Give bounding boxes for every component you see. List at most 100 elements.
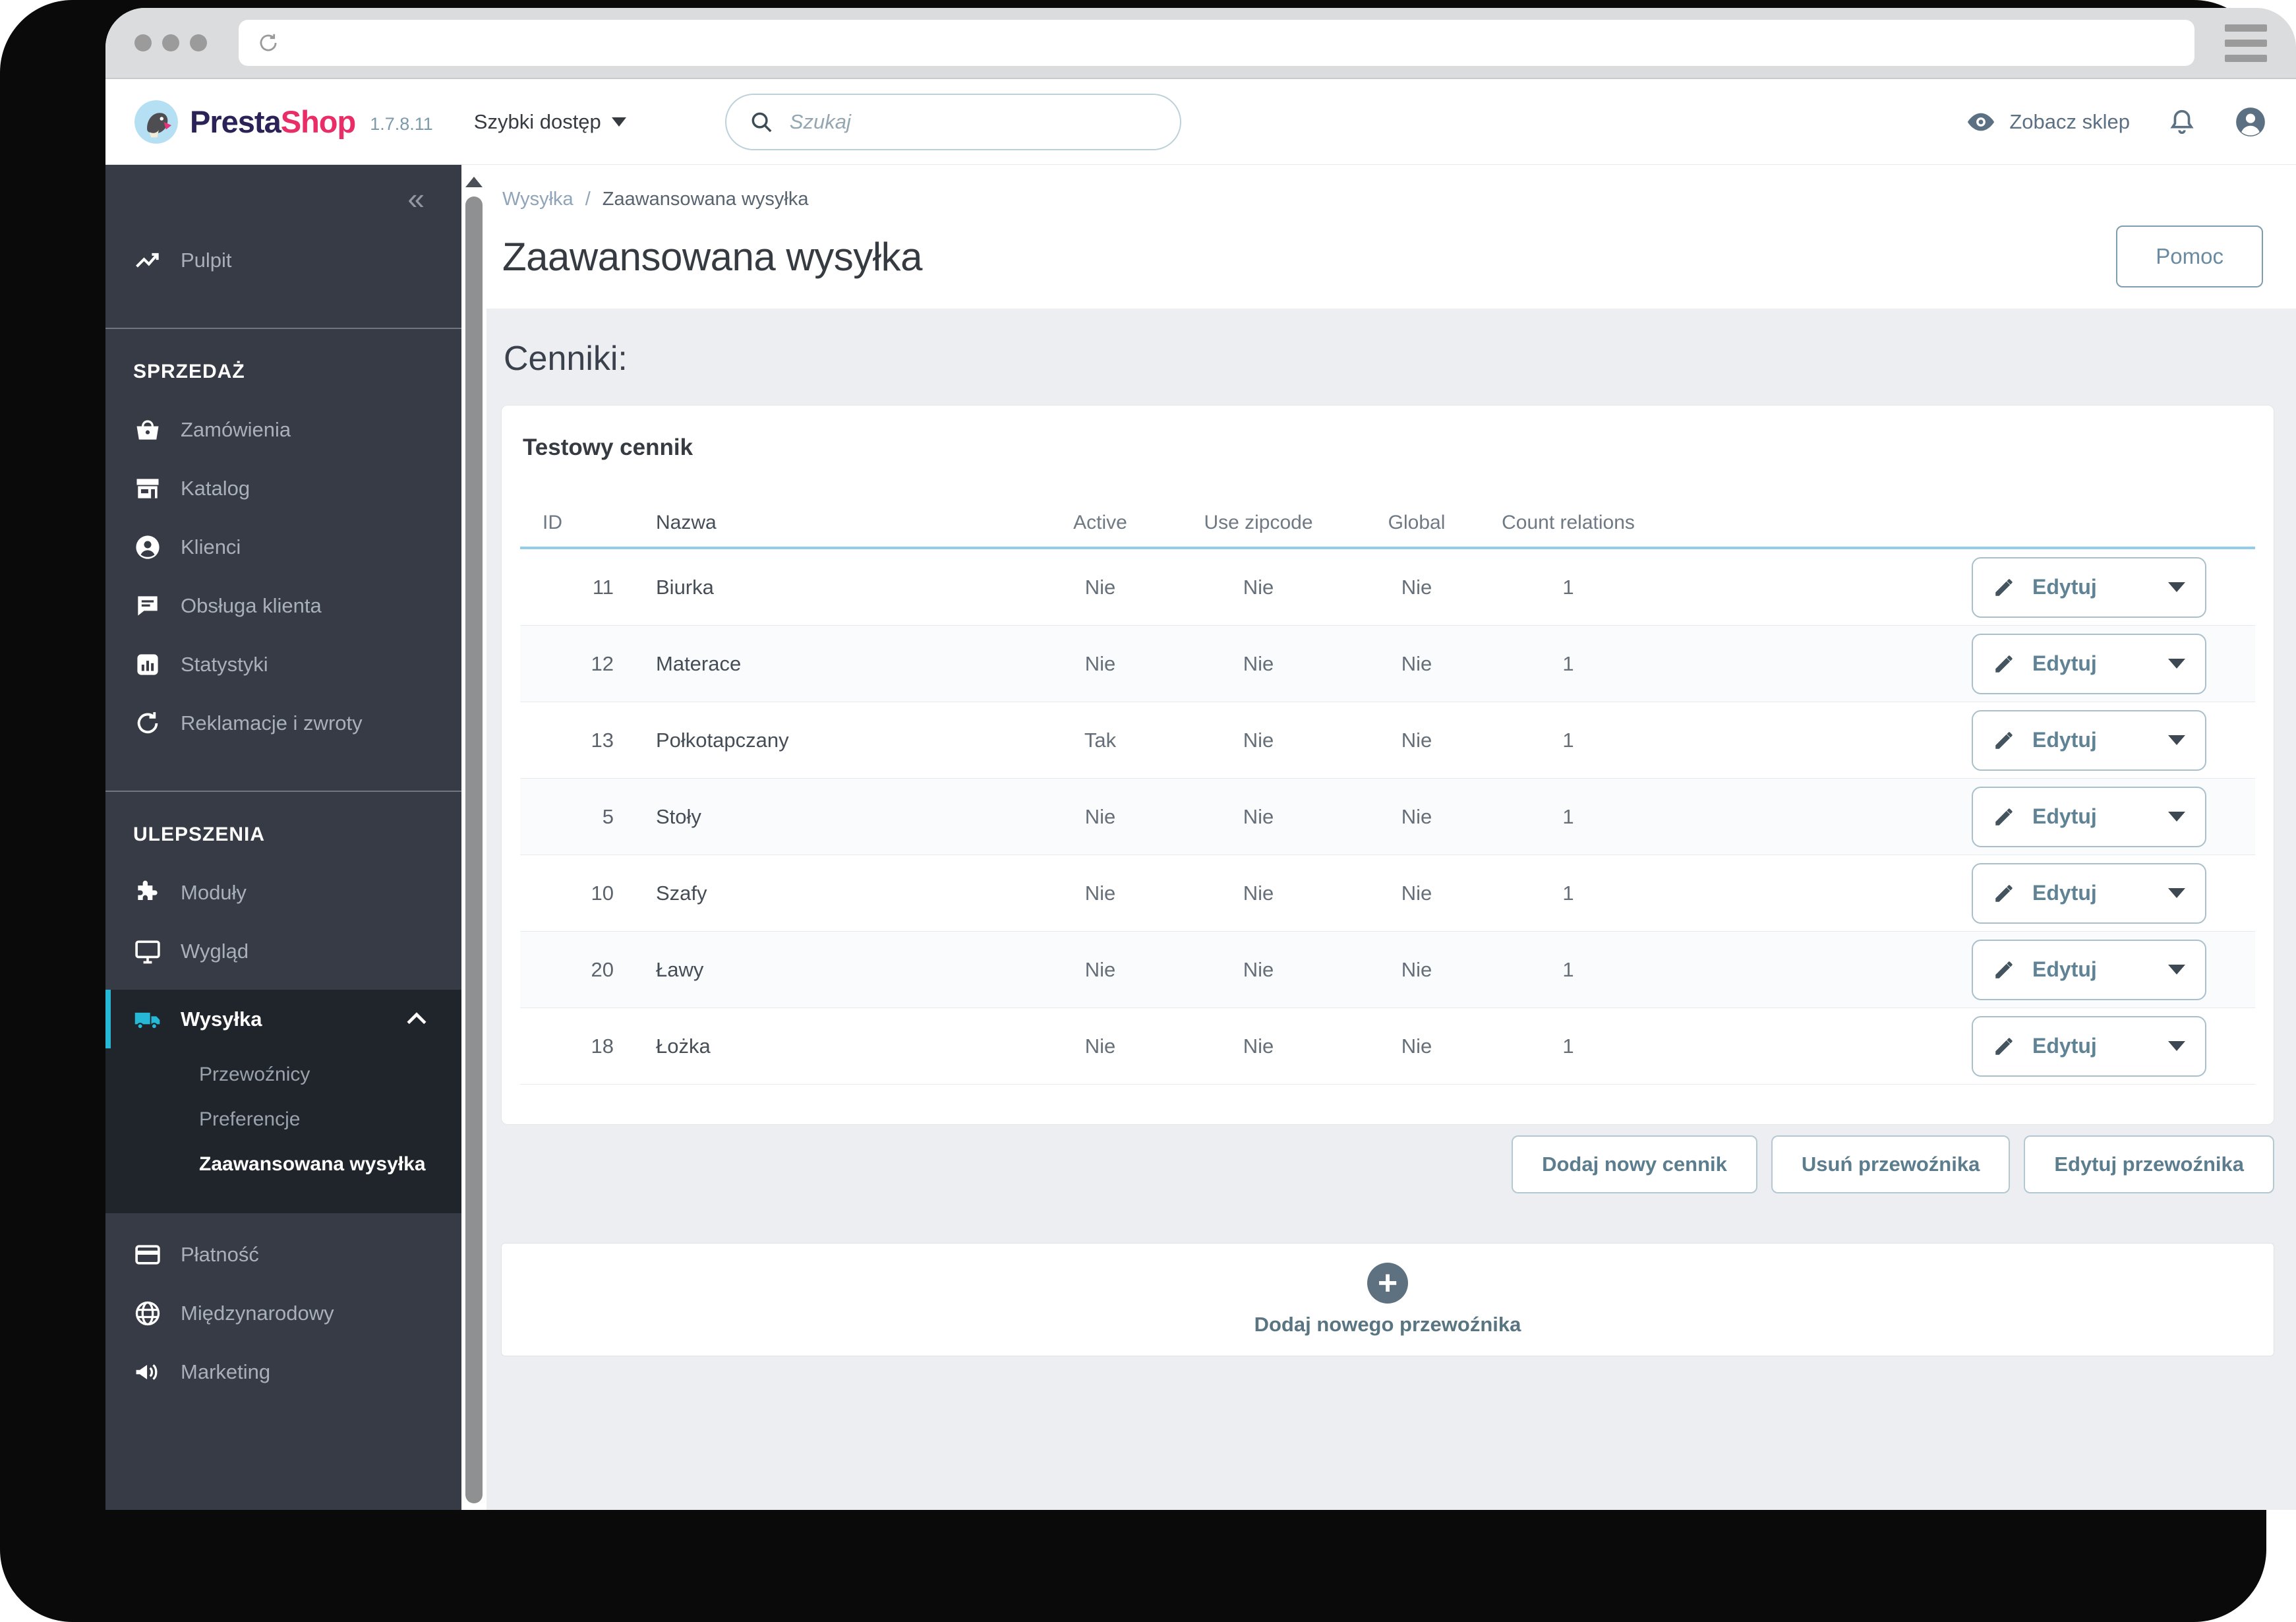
chevron-down-icon bbox=[2168, 1041, 2185, 1051]
chevron-down-icon bbox=[2168, 888, 2185, 898]
col-header-zipcode: Use zipcode bbox=[1204, 512, 1313, 533]
sidebar-item-obsluga-klienta[interactable]: Obsługa klienta bbox=[105, 576, 461, 635]
pencil-icon bbox=[1993, 729, 2015, 752]
breadcrumb-parent[interactable]: Wysyłka bbox=[502, 189, 574, 210]
edit-button-label: Edytuj bbox=[2032, 881, 2097, 905]
monitor-icon bbox=[133, 937, 162, 966]
help-button[interactable]: Pomoc bbox=[2116, 225, 2263, 287]
cell-zipcode: Nie bbox=[1243, 804, 1274, 828]
store-icon bbox=[133, 474, 162, 503]
action-buttons-row: Dodaj nowy cennik Usuń przewoźnika Edytu… bbox=[501, 1135, 2274, 1193]
bar-chart-icon bbox=[133, 650, 162, 679]
sidebar-item-miedzynarodowy[interactable]: Międzynarodowy bbox=[105, 1284, 461, 1342]
submenu-label: Preferencje bbox=[199, 1108, 301, 1130]
table-row: 18 Łożka Nie Nie Nie 1 Edytuj bbox=[520, 1008, 2255, 1085]
chevron-up-icon bbox=[402, 1005, 431, 1034]
sidebar-item-katalog[interactable]: Katalog bbox=[105, 459, 461, 518]
page-title: Zaawansowana wysyłka bbox=[502, 235, 922, 279]
globe-icon bbox=[133, 1299, 162, 1328]
sidebar-item-reklamacje[interactable]: Reklamacje i zwroty bbox=[105, 694, 461, 752]
chevron-down-icon bbox=[2168, 659, 2185, 669]
content-scrollbar bbox=[461, 165, 486, 1510]
sidebar-item-label: Pulpit bbox=[181, 248, 232, 272]
sidebar-item-wysylka[interactable]: Wysyłka bbox=[105, 990, 461, 1048]
refresh-icon[interactable] bbox=[256, 30, 281, 55]
sidebar-item-statystyki[interactable]: Statystyki bbox=[105, 635, 461, 694]
cell-name: Łożka bbox=[656, 1034, 711, 1058]
submenu-item-przewoznicy[interactable]: Przewoźnicy bbox=[105, 1052, 461, 1097]
sidebar-item-klienci[interactable]: Klienci bbox=[105, 518, 461, 576]
edit-button[interactable]: Edytuj bbox=[1972, 633, 2206, 694]
sidebar-section-improve: ULEPSZENIA bbox=[133, 824, 266, 845]
chevron-down-icon bbox=[611, 117, 626, 127]
cell-zipcode: Nie bbox=[1243, 957, 1274, 981]
cell-global: Nie bbox=[1401, 881, 1432, 905]
sidebar-item-zamowienia[interactable]: Zamówienia bbox=[105, 400, 461, 459]
col-header-count: Count relations bbox=[1502, 512, 1635, 533]
section-heading: Cenniki: bbox=[504, 340, 628, 378]
view-shop-link[interactable]: Zobacz sklep bbox=[1966, 107, 2130, 137]
submenu-item-preferencje[interactable]: Preferencje bbox=[105, 1097, 461, 1142]
browser-menu-icon[interactable] bbox=[2225, 24, 2267, 62]
submenu-item-zaawansowana-wysylka[interactable]: Zaawansowana wysyłka bbox=[105, 1142, 461, 1187]
edit-button[interactable]: Edytuj bbox=[1972, 939, 2206, 1000]
cell-name: Stoły bbox=[656, 804, 701, 828]
cell-global: Nie bbox=[1401, 804, 1432, 828]
edit-button[interactable]: Edytuj bbox=[1972, 786, 2206, 847]
edit-button-label: Edytuj bbox=[2032, 651, 2097, 675]
collapse-sidebar-icon[interactable]: « bbox=[105, 165, 461, 214]
cell-count: 1 bbox=[1562, 804, 1574, 828]
header-right-cluster: Zobacz sklep bbox=[1966, 105, 2267, 138]
view-shop-label: Zobacz sklep bbox=[2009, 109, 2130, 133]
app-header: PrestaShop 1.7.8.11 Szybki dostęp Szukaj… bbox=[105, 79, 2296, 165]
sidebar-active-group: Wysyłka Przewoźnicy Preferencje Zaawanso… bbox=[105, 990, 461, 1213]
sidebar-item-label: Zamówienia bbox=[181, 417, 291, 441]
quick-access-dropdown[interactable]: Szybki dostęp bbox=[474, 110, 626, 134]
sidebar-item-pulpit[interactable]: Pulpit bbox=[105, 231, 461, 289]
cell-zipcode: Nie bbox=[1243, 575, 1274, 599]
sidebar-item-label: Reklamacje i zwroty bbox=[181, 711, 363, 735]
global-search[interactable] bbox=[724, 93, 1181, 150]
cell-global: Nie bbox=[1401, 728, 1432, 752]
cell-active: Nie bbox=[1084, 804, 1116, 828]
table-row: 11 Biurka Nie Nie Nie 1 Edytuj bbox=[520, 549, 2255, 626]
col-header-global: Global bbox=[1388, 512, 1446, 533]
url-bar[interactable] bbox=[239, 20, 2194, 66]
breadcrumb: Wysyłka / Zaawansowana wysyłka bbox=[502, 189, 2264, 210]
scrollbar-thumb[interactable] bbox=[465, 196, 483, 1503]
pencil-icon bbox=[1993, 882, 2015, 905]
cell-active: Nie bbox=[1084, 575, 1116, 599]
sidebar-item-label: Wygląd bbox=[181, 939, 249, 963]
pencil-icon bbox=[1993, 576, 2015, 599]
edit-button[interactable]: Edytuj bbox=[1972, 862, 2206, 924]
cell-global: Nie bbox=[1401, 957, 1432, 981]
delete-carrier-button[interactable]: Usuń przewoźnika bbox=[1771, 1135, 2011, 1193]
trend-up-icon bbox=[133, 246, 162, 275]
sidebar-item-wyglad[interactable]: Wygląd bbox=[105, 922, 461, 980]
cell-id: 18 bbox=[591, 1034, 614, 1058]
sidebar: « Pulpit SPRZEDAŻ Zamówienia Katalog Kli… bbox=[105, 165, 461, 1510]
pencil-icon bbox=[1993, 1035, 2015, 1058]
add-pricelist-button[interactable]: Dodaj nowy cennik bbox=[1512, 1135, 1757, 1193]
edit-carrier-button[interactable]: Edytuj przewoźnika bbox=[2024, 1135, 2274, 1193]
scroll-up-arrow[interactable] bbox=[465, 177, 483, 187]
edit-button[interactable]: Edytuj bbox=[1972, 1015, 2206, 1077]
cell-count: 1 bbox=[1562, 957, 1574, 981]
cell-id: 20 bbox=[591, 957, 614, 981]
sidebar-item-label: Wysyłka bbox=[181, 1007, 262, 1031]
avatar-icon[interactable] bbox=[2234, 105, 2267, 138]
breadcrumb-current: Zaawansowana wysyłka bbox=[602, 189, 809, 210]
edit-button[interactable]: Edytuj bbox=[1972, 709, 2206, 771]
bell-icon[interactable] bbox=[2167, 107, 2197, 137]
search-input[interactable] bbox=[789, 109, 1158, 134]
table-header-row: ID Nazwa Active Use zipcode Global Count… bbox=[520, 499, 2255, 549]
sidebar-item-marketing[interactable]: Marketing bbox=[105, 1342, 461, 1401]
chevron-down-icon bbox=[2168, 965, 2185, 975]
edit-button[interactable]: Edytuj bbox=[1972, 556, 2206, 618]
add-carrier-button[interactable]: + Dodaj nowego przewoźnika bbox=[501, 1243, 2274, 1356]
sidebar-item-label: Klienci bbox=[181, 535, 241, 558]
sidebar-item-moduly[interactable]: Moduły bbox=[105, 863, 461, 922]
logo-shop: Shop bbox=[280, 104, 356, 139]
sidebar-item-platnosc[interactable]: Płatność bbox=[105, 1225, 461, 1284]
table-row: 20 Ławy Nie Nie Nie 1 Edytuj bbox=[520, 932, 2255, 1008]
